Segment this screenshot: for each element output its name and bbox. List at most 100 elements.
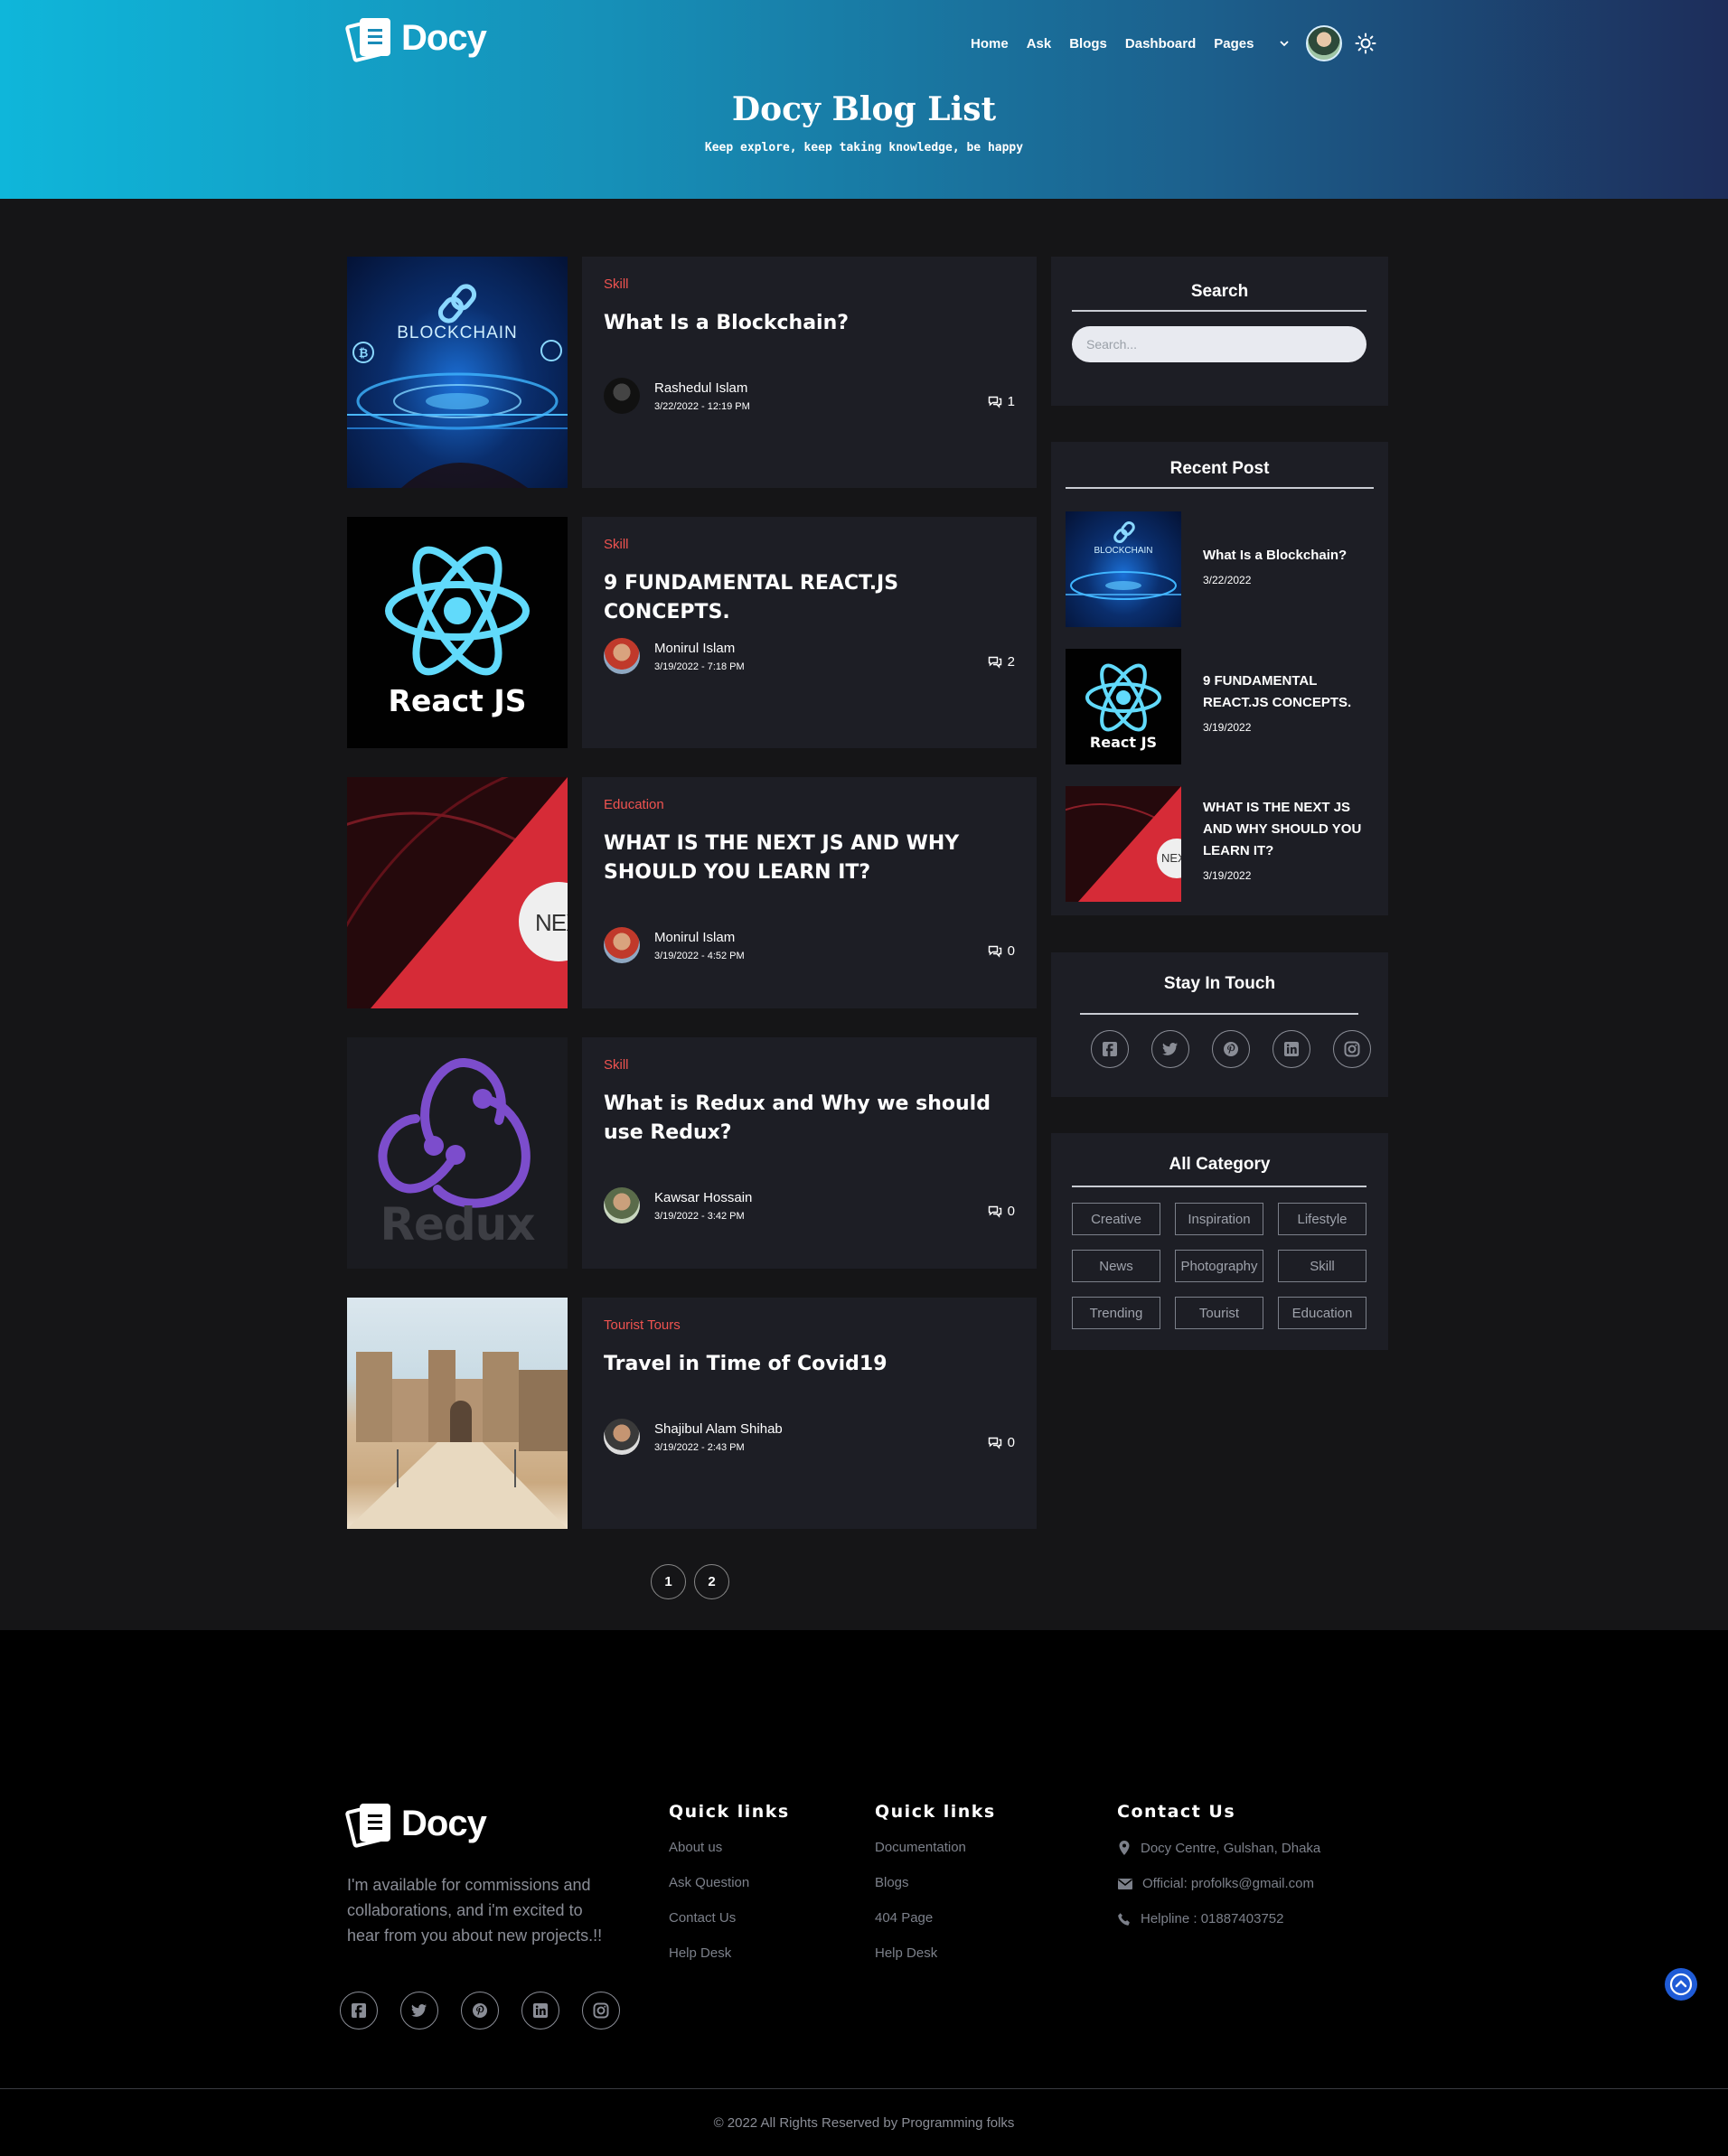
brand-logo[interactable]: Docy — [344, 16, 487, 63]
nav-pages[interactable]: Pages — [1214, 36, 1254, 52]
user-avatar[interactable] — [1306, 25, 1343, 61]
blog-post-card[interactable]: ₿ BLOCKCHAIN Skill What Is a Blockchain?… — [347, 257, 1037, 488]
post-title[interactable]: What Is a Blockchain? — [604, 309, 1019, 338]
nav-home[interactable]: Home — [971, 36, 1009, 52]
instagram-icon[interactable] — [582, 1992, 620, 2029]
footer-link-documentation[interactable]: Documentation — [875, 1840, 996, 1855]
divider — [1072, 310, 1366, 312]
post-title[interactable]: 9 FUNDAMENTAL REACT.JS CONCEPTS. — [604, 569, 1019, 627]
recent-post-title[interactable]: WHAT IS THE NEXT JS AND WHY SHOULD YOU L… — [1203, 797, 1366, 862]
blog-post-card[interactable]: Tourist Tours Travel in Time of Covid19 … — [347, 1298, 1037, 1529]
recent-post-thumbnail[interactable]: BLOCKCHAIN — [1066, 511, 1181, 627]
footer-link-help-desk[interactable]: Help Desk — [875, 1945, 996, 1961]
footer-brand-logo[interactable]: Docy — [344, 1802, 487, 1849]
theme-toggle-sun-icon[interactable] — [1355, 33, 1376, 54]
recent-post-item[interactable]: NEX WHAT IS THE NEXT JS AND WHY SHOULD Y… — [1066, 786, 1366, 902]
recent-post-title[interactable]: 9 FUNDAMENTAL REACT.JS CONCEPTS. — [1203, 670, 1366, 714]
blog-post-card[interactable]: React JS Skill 9 FUNDAMENTAL REACT.JS CO… — [347, 517, 1037, 748]
nav-blogs[interactable]: Blogs — [1069, 36, 1107, 52]
instagram-icon[interactable] — [1333, 1030, 1371, 1068]
search-input[interactable] — [1072, 326, 1366, 362]
category-tag[interactable]: Creative — [1072, 1203, 1160, 1235]
category-tag[interactable]: Education — [1278, 1297, 1366, 1329]
footer-quick-links-1: Quick links About us Ask Question Contac… — [669, 1802, 790, 1981]
category-tag[interactable]: Photography — [1175, 1250, 1263, 1282]
footer-divider — [0, 2088, 1728, 2089]
post-date: 3/22/2022 - 12:19 PM — [654, 400, 750, 412]
contact-phone[interactable]: Helpline : 01887403752 — [1117, 1911, 1320, 1926]
footer-link-blogs[interactable]: Blogs — [875, 1875, 996, 1890]
category-tag[interactable]: Tourist — [1175, 1297, 1263, 1329]
category-tag[interactable]: News — [1072, 1250, 1160, 1282]
recent-post-item[interactable]: React JS 9 FUNDAMENTAL REACT.JS CONCEPTS… — [1066, 649, 1366, 764]
recent-post-item[interactable]: BLOCKCHAIN What Is a Blockchain? 3/22/20… — [1066, 511, 1366, 627]
footer-link-404-page[interactable]: 404 Page — [875, 1910, 996, 1926]
post-author: Monirul Islam 3/19/2022 - 7:18 PM — [604, 638, 745, 674]
recent-post-thumbnail[interactable]: React JS — [1066, 649, 1181, 764]
post-category[interactable]: Tourist Tours — [604, 1317, 681, 1333]
facebook-icon[interactable] — [1091, 1030, 1129, 1068]
facebook-icon[interactable] — [340, 1992, 378, 2029]
category-tag[interactable]: Trending — [1072, 1297, 1160, 1329]
page-title: Docy Blog List — [731, 90, 997, 128]
thumb-label: React JS — [1089, 734, 1158, 751]
divider — [1072, 1186, 1366, 1187]
post-title[interactable]: Travel in Time of Covid19 — [604, 1350, 1019, 1379]
post-author: Monirul Islam 3/19/2022 - 4:52 PM — [604, 927, 745, 963]
brand-name: Docy — [401, 1803, 487, 1843]
post-title[interactable]: WHAT IS THE NEXT JS AND WHY SHOULD YOU L… — [604, 830, 1019, 887]
author-avatar — [604, 1187, 640, 1223]
phone-icon — [1118, 1912, 1130, 1926]
post-category[interactable]: Education — [604, 797, 664, 812]
category-tags: Creative Inspiration Lifestyle News Phot… — [1072, 1203, 1366, 1329]
post-thumbnail[interactable]: ₿ BLOCKCHAIN — [347, 257, 568, 488]
author-name: Monirul Islam — [654, 640, 736, 656]
page-1-button[interactable]: 1 — [651, 1564, 686, 1599]
pagination: 1 2 — [651, 1564, 729, 1599]
post-category[interactable]: Skill — [604, 537, 629, 552]
social-links — [1091, 1030, 1371, 1068]
nav-dashboard[interactable]: Dashboard — [1125, 36, 1196, 52]
chevron-down-icon[interactable] — [1279, 38, 1290, 49]
post-thumbnail[interactable] — [347, 1298, 568, 1529]
post-category[interactable]: Skill — [604, 1057, 629, 1073]
linkedin-icon[interactable] — [521, 1992, 559, 2029]
linkedin-icon[interactable] — [1273, 1030, 1310, 1068]
comment-count: 0 — [988, 1204, 1015, 1219]
post-date: 3/19/2022 - 4:52 PM — [654, 950, 745, 961]
recent-post-title[interactable]: What Is a Blockchain? — [1203, 545, 1366, 567]
page-2-button[interactable]: 2 — [694, 1564, 729, 1599]
footer-link-ask-question[interactable]: Ask Question — [669, 1875, 790, 1890]
post-title[interactable]: What is Redux and Why we should use Redu… — [604, 1090, 1019, 1148]
recent-post-date: 3/19/2022 — [1203, 721, 1252, 734]
category-tag[interactable]: Inspiration — [1175, 1203, 1263, 1235]
footer-column-title: Quick links — [875, 1802, 996, 1822]
scroll-to-top-button[interactable] — [1665, 1968, 1697, 2001]
comment-count: 0 — [988, 1435, 1015, 1450]
pinterest-icon[interactable] — [461, 1992, 499, 2029]
footer-link-about-us[interactable]: About us — [669, 1840, 790, 1855]
nav-ask[interactable]: Ask — [1027, 36, 1052, 52]
footer-link-contact-us[interactable]: Contact Us — [669, 1910, 790, 1926]
brand-name: Docy — [401, 17, 487, 58]
post-thumbnail[interactable]: NEX — [347, 777, 568, 1008]
contact-email[interactable]: Official: profolks@gmail.com — [1117, 1876, 1320, 1891]
category-tag[interactable]: Skill — [1278, 1250, 1366, 1282]
comment-count: 1 — [988, 394, 1015, 409]
recent-post-thumbnail[interactable]: NEX — [1066, 786, 1181, 902]
blog-post-card[interactable]: Redux Skill What is Redux and Why we sho… — [347, 1037, 1037, 1269]
pinterest-icon[interactable] — [1212, 1030, 1250, 1068]
post-thumbnail[interactable]: React JS — [347, 517, 568, 748]
twitter-icon[interactable] — [400, 1992, 438, 2029]
footer-link-help-desk[interactable]: Help Desk — [669, 1945, 790, 1961]
search-widget: Search — [1051, 257, 1388, 406]
post-author: Kawsar Hossain 3/19/2022 - 3:42 PM — [604, 1187, 752, 1223]
blog-post-card[interactable]: NEX Education WHAT IS THE NEXT JS AND WH… — [347, 777, 1037, 1008]
post-card-body: Tourist Tours Travel in Time of Covid19 … — [582, 1298, 1037, 1529]
post-thumbnail[interactable]: Redux — [347, 1037, 568, 1269]
category-tag[interactable]: Lifestyle — [1278, 1203, 1366, 1235]
thumb-label: NEX — [535, 909, 568, 936]
footer-column-title: Quick links — [669, 1802, 790, 1822]
twitter-icon[interactable] — [1151, 1030, 1189, 1068]
post-category[interactable]: Skill — [604, 277, 629, 292]
